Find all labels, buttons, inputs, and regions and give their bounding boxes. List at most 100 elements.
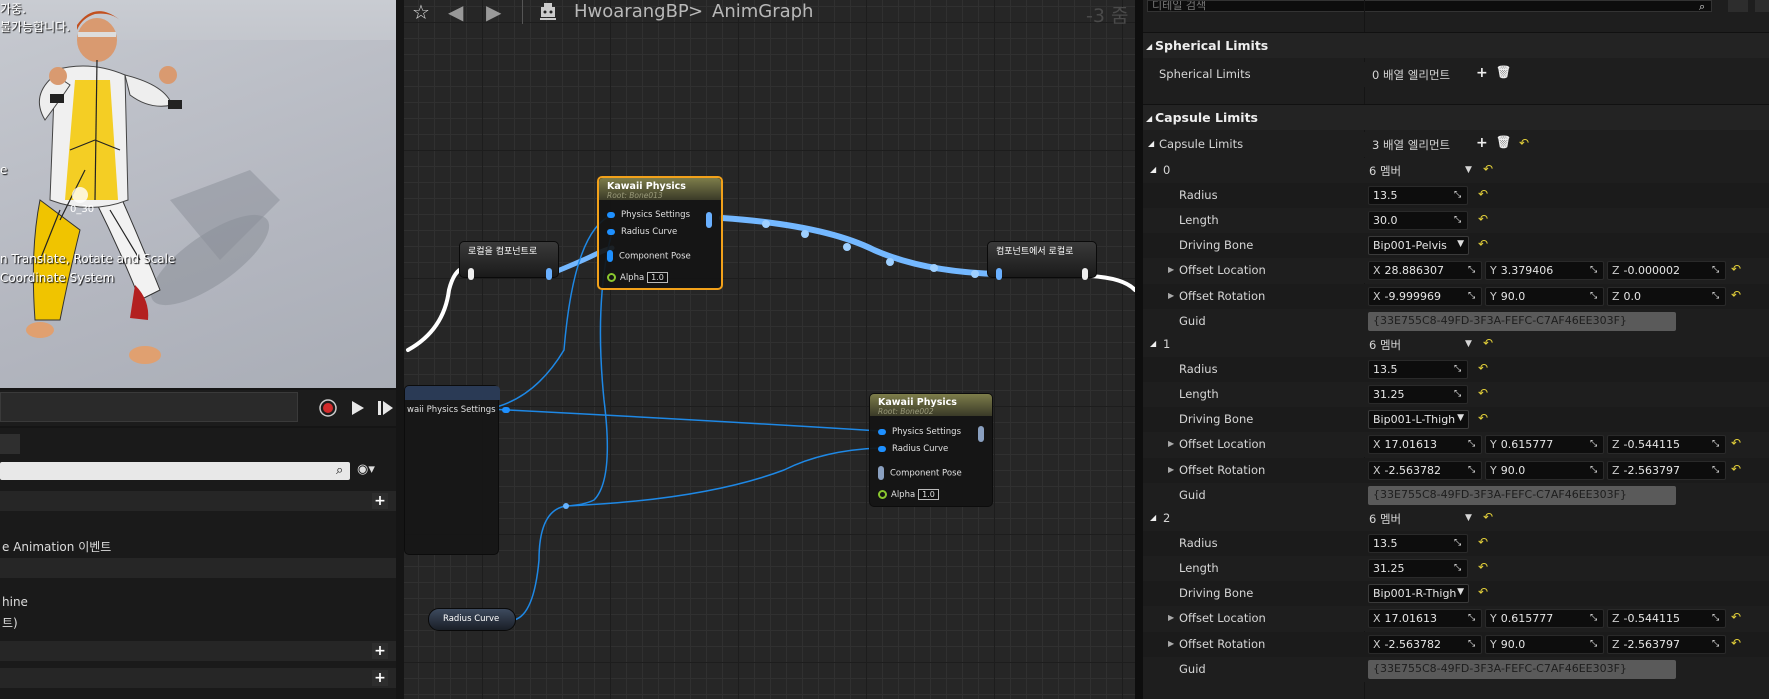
radius-input[interactable]: 13.5 ⤡	[1368, 534, 1468, 553]
component-to-local-node[interactable]: 컴포넌트에서 로컬로	[987, 241, 1097, 280]
offset-rotation-y-input[interactable]: Y 90.0 ⤡	[1485, 461, 1604, 480]
offset-rotation-y-input[interactable]: Y 90.0 ⤡	[1485, 635, 1604, 654]
back-arrow-icon[interactable]: ◀	[448, 0, 463, 24]
offset-rotation-z-input[interactable]: Z -2.563797 ⤡	[1607, 461, 1726, 480]
offset-location-z-input[interactable]: Z -0.544115 ⤡	[1607, 609, 1726, 628]
reset-to-default-icon[interactable]: ↶	[1478, 237, 1488, 251]
expand-arrow-icon[interactable]: ◢	[1150, 339, 1156, 348]
category-capsule-limits[interactable]: ◢ Capsule Limits	[1143, 104, 1769, 130]
panel-tab[interactable]	[0, 434, 20, 454]
step-forward-icon[interactable]	[375, 398, 395, 418]
reset-to-default-icon[interactable]: ↶	[1731, 288, 1741, 302]
reset-to-default-icon[interactable]: ↶	[1478, 585, 1488, 599]
offset-rotation-x-input[interactable]: X -2.563782 ⤡	[1368, 461, 1482, 480]
radius-curve-pin[interactable]: Radius Curve	[878, 444, 948, 454]
chevron-down-icon[interactable]: ▼	[1465, 339, 1472, 349]
state-machine-item[interactable]: hine	[0, 595, 396, 609]
offset-rotation-z-input[interactable]: Z -2.563797 ⤡	[1607, 635, 1726, 654]
length-input[interactable]: 31.25 ⤡	[1368, 385, 1468, 404]
reset-to-default-icon[interactable]: ↶	[1478, 411, 1488, 425]
offset-rotation-y-input[interactable]: Y 90.0 ⤡	[1485, 287, 1604, 306]
physics-settings-pin[interactable]: Physics Settings	[878, 427, 961, 437]
offset-location-y-input[interactable]: Y 0.615777 ⤡	[1485, 609, 1604, 628]
reset-to-default-icon[interactable]: ↶	[1478, 535, 1488, 549]
offset-location-y-input[interactable]: Y 3.379406 ⤡	[1485, 261, 1604, 280]
reset-to-default-icon[interactable]: ↶	[1731, 462, 1741, 476]
pose-output-icon[interactable]	[1082, 268, 1088, 280]
length-input[interactable]: 31.25 ⤡	[1368, 559, 1468, 578]
breadcrumb-leaf[interactable]: AnimGraph	[712, 1, 813, 22]
add-element-icon[interactable]: +	[1476, 135, 1488, 151]
blueprint-search-input[interactable]	[0, 462, 350, 480]
add-icon[interactable]: +	[372, 493, 388, 509]
offset-location-x-input[interactable]: X 28.886307 ⤡	[1368, 261, 1482, 280]
add-icon[interactable]: +	[372, 643, 388, 659]
component-pose-pin[interactable]: Component Pose	[607, 250, 691, 262]
offset-location-x-input[interactable]: X 17.01613 ⤡	[1368, 435, 1482, 454]
delete-trash-icon[interactable]: 🗑	[1496, 65, 1511, 79]
physics-settings-pin[interactable]: Physics Settings	[607, 210, 690, 220]
expand-arrow-icon[interactable]: ▶	[1168, 613, 1174, 622]
reset-to-default-icon[interactable]: ↶	[1731, 636, 1741, 650]
offset-location-y-input[interactable]: Y 0.615777 ⤡	[1485, 435, 1604, 454]
pose-output-icon[interactable]	[706, 212, 712, 228]
reset-to-default-icon[interactable]: ↶	[1483, 336, 1493, 350]
kawaii-physics-node-1[interactable]: Kawaii Physics Root: Bone013 Physics Sett…	[597, 176, 723, 290]
offset-location-x-input[interactable]: X 17.01613 ⤡	[1368, 609, 1482, 628]
chevron-down-icon[interactable]: ▼	[1465, 513, 1472, 523]
kawaii-physics-node-2[interactable]: Kawaii Physics Root: Bone002 Physics Sett…	[869, 393, 993, 507]
reset-to-default-icon[interactable]: ↶	[1731, 610, 1741, 624]
visibility-eye-icon[interactable]: ◉▾	[357, 462, 375, 477]
reset-to-default-icon[interactable]: ↶	[1478, 361, 1488, 375]
expand-arrow-icon[interactable]: ◢	[1148, 139, 1154, 148]
expand-arrow-icon[interactable]: ◢	[1150, 165, 1156, 174]
view-options-grid-icon[interactable]	[1728, 0, 1748, 12]
alpha-input[interactable]: 1.0	[918, 489, 939, 500]
offset-rotation-z-input[interactable]: Z 0.0 ⤡	[1607, 287, 1726, 306]
breadcrumb-root[interactable]: HwoarangBP	[574, 1, 689, 22]
pose-output-icon[interactable]	[978, 426, 984, 442]
physics-settings-output[interactable]: waii Physics Settings	[407, 405, 510, 415]
panel-splitter[interactable]	[1135, 0, 1143, 699]
category-spherical-limits[interactable]: ◢ Spherical Limits	[1143, 32, 1769, 58]
radius-curve-pin[interactable]: Radius Curve	[607, 227, 677, 237]
forward-arrow-icon[interactable]: ▶	[486, 0, 501, 24]
event-graph-item[interactable]: e Animation 이벤트	[0, 538, 396, 555]
alpha-pin[interactable]: Alpha 1.0	[607, 272, 668, 283]
offset-location-z-input[interactable]: Z -0.544115 ⤡	[1607, 435, 1726, 454]
record-icon[interactable]	[318, 398, 338, 418]
anim-graph-canvas[interactable]: 로컬을 컴포넌트로 컴포넌트에서 로컬로 Kawaii Physics Root:…	[404, 0, 1135, 699]
reset-to-default-icon[interactable]: ↶	[1478, 212, 1488, 226]
section-header-graphs[interactable]: +	[0, 491, 396, 511]
add-element-icon[interactable]: +	[1476, 65, 1488, 81]
offset-rotation-x-input[interactable]: X -2.563782 ⤡	[1368, 635, 1482, 654]
timeline-scrubber[interactable]	[0, 392, 298, 422]
alpha-pin[interactable]: Alpha 1.0	[878, 489, 939, 500]
reset-to-default-icon[interactable]: ↶	[1519, 136, 1529, 150]
offset-rotation-x-input[interactable]: X -9.999969 ⤡	[1368, 287, 1482, 306]
expand-arrow-icon[interactable]: ▶	[1168, 439, 1174, 448]
radius-input[interactable]: 13.5 ⤡	[1368, 186, 1468, 205]
pose-output-icon[interactable]	[546, 268, 552, 280]
physics-settings-node[interactable]: waii Physics Settings	[404, 385, 510, 555]
section-header-functions[interactable]	[0, 558, 396, 578]
reset-to-default-icon[interactable]: ↶	[1483, 162, 1493, 176]
chevron-down-icon[interactable]: ▼	[1465, 165, 1472, 175]
length-input[interactable]: 30.0 ⤡	[1368, 211, 1468, 230]
reset-to-default-icon[interactable]: ↶	[1478, 560, 1488, 574]
state-machine-subitem[interactable]: 트)	[0, 614, 396, 631]
settings-eye-icon[interactable]	[1755, 0, 1769, 12]
driving-bone-dropdown[interactable]: Bip001-L-Thigh ▼	[1368, 410, 1469, 429]
animation-viewport[interactable]: 0_30 가중. 불가능합니다. e n Translate, Rotate a…	[0, 0, 396, 388]
expand-arrow-icon[interactable]: ▶	[1168, 265, 1174, 274]
expand-arrow-icon[interactable]: ◢	[1150, 513, 1156, 522]
driving-bone-dropdown[interactable]: Bip001-Pelvis ▼	[1368, 236, 1469, 255]
offset-location-z-input[interactable]: Z -0.000002 ⤡	[1607, 261, 1726, 280]
expand-arrow-icon[interactable]: ▶	[1168, 291, 1174, 300]
add-icon[interactable]: +	[372, 670, 388, 686]
bookmark-star-icon[interactable]: ☆	[412, 0, 430, 24]
reset-to-default-icon[interactable]: ↶	[1478, 386, 1488, 400]
reset-to-default-icon[interactable]: ↶	[1483, 510, 1493, 524]
alpha-input[interactable]: 1.0	[647, 272, 668, 283]
driving-bone-dropdown[interactable]: Bip001-R-Thigh ▼	[1368, 584, 1469, 603]
